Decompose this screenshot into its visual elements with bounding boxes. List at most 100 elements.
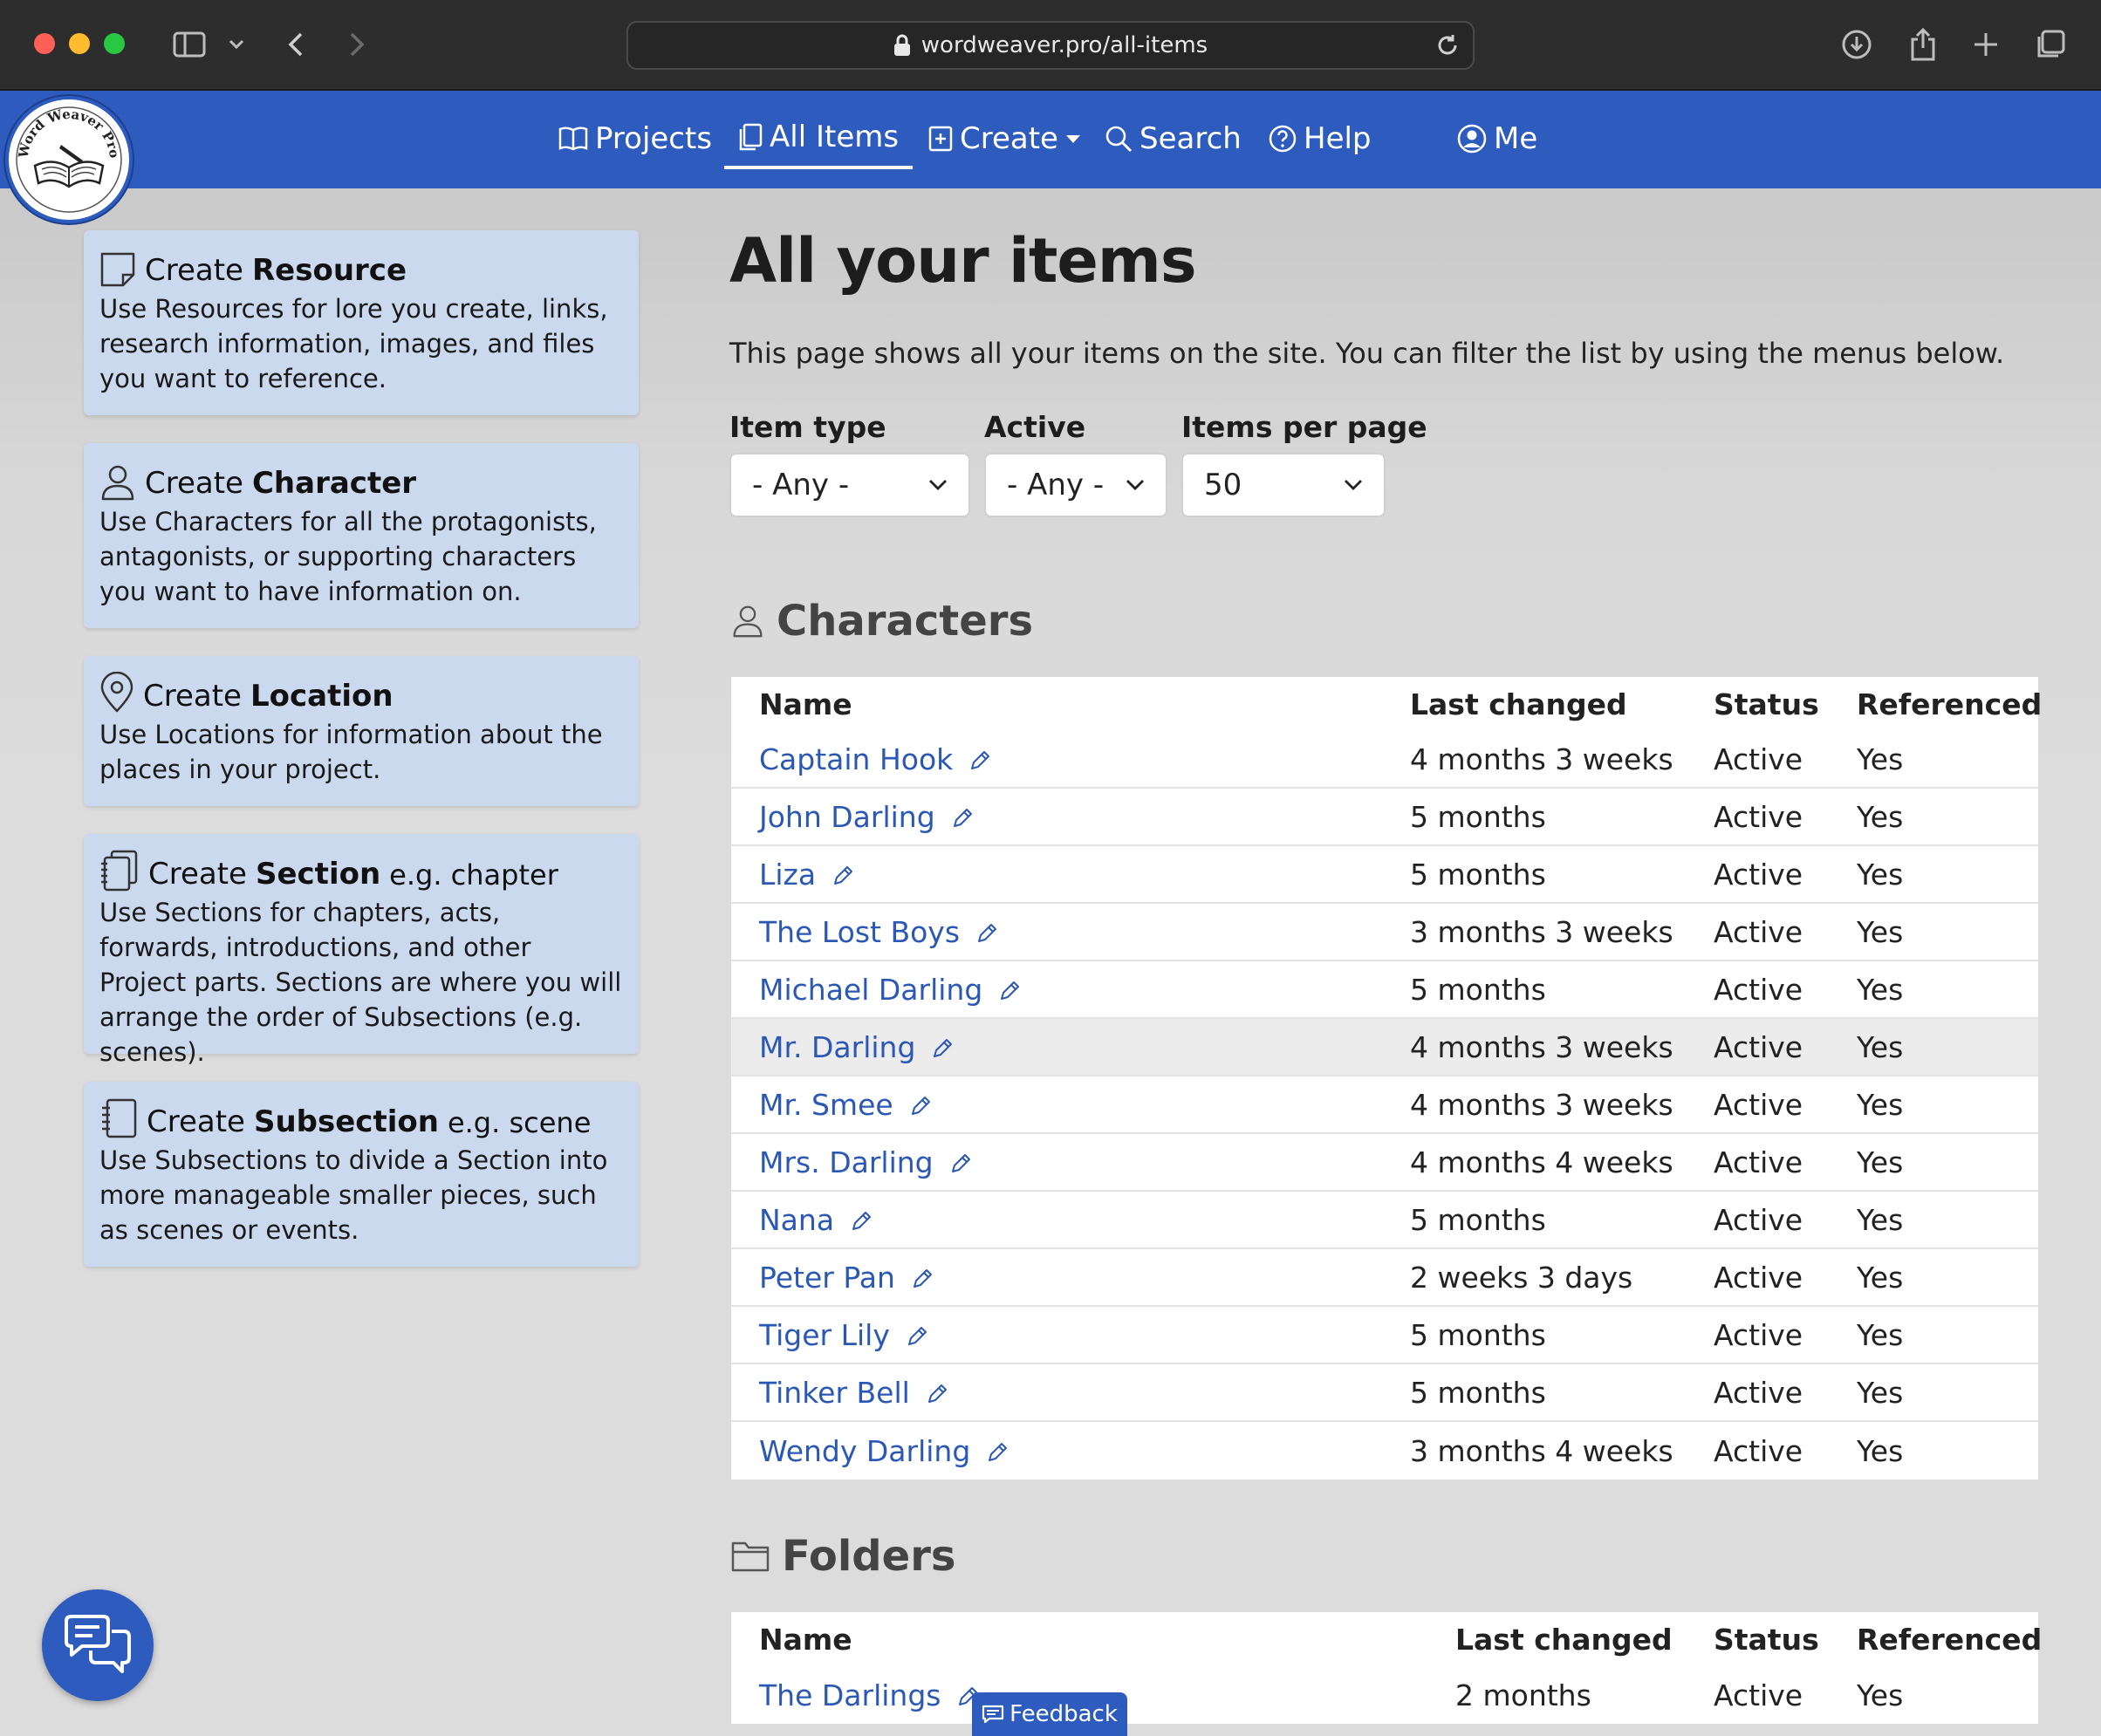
nav-create[interactable]: Create [928,108,1081,169]
chat-bubbles-icon [65,1615,131,1673]
table-row: Peter Pan 2 weeks 3 days Active Yes [731,1249,2038,1307]
edit-pencil-icon[interactable] [832,865,854,887]
back-icon[interactable] [281,24,311,65]
close-window-button[interactable] [34,33,55,54]
column-header[interactable]: Referenced [1857,687,2042,721]
item-link[interactable]: Liza [759,858,816,892]
feedback-button[interactable]: Feedback [972,1692,1127,1736]
column-header[interactable]: Last changed [1455,1623,1673,1657]
nav-search[interactable]: Search [1105,108,1242,169]
column-header[interactable]: Last changed [1410,687,1627,721]
plus-square-icon [928,126,953,152]
table-row: Captain Hook 4 months 3 weeks Active Yes [731,731,2038,789]
referenced: Yes [1857,799,1904,834]
referenced: Yes [1857,1375,1904,1410]
create-section-card[interactable]: Create Section e.g. chapter Use Sections f… [84,834,639,1067]
item-link[interactable]: Michael Darling [759,973,982,1007]
tab-overview-icon[interactable] [2033,24,2068,65]
edit-pencil-icon[interactable] [998,980,1021,1002]
status: Active [1714,1678,1803,1712]
edit-pencil-icon[interactable] [986,1441,1009,1464]
edit-pencil-icon[interactable] [850,1210,873,1233]
downloads-icon[interactable] [1839,24,1874,65]
items-per-page-select[interactable]: 50 [1181,453,1386,517]
nav-help[interactable]: Help [1269,108,1372,169]
chevron-down-icon[interactable] [225,24,248,65]
item-link[interactable]: John Darling [759,800,935,834]
nav-me[interactable]: Me [1457,108,1537,169]
active-select[interactable]: - Any - [984,453,1167,517]
item-link[interactable]: Mr. Darling [759,1030,915,1064]
edit-pencil-icon[interactable] [975,922,998,945]
item-link[interactable]: Wendy Darling [759,1434,970,1468]
referenced: Yes [1857,1260,1904,1295]
last-changed: 5 months [1410,857,1546,892]
referenced: Yes [1857,1202,1904,1237]
browser-toolbar: wordweaver.pro/all-items [0,0,2101,91]
card-description: Use Characters for all the protagonists,… [99,507,597,606]
edit-pencil-icon[interactable] [909,1095,932,1117]
notebook-icon [102,1098,137,1138]
create-subsection-card[interactable]: Create Subsection e.g. scene Use Subsectio… [84,1082,639,1267]
last-changed: 3 months 4 weeks [1410,1433,1673,1468]
item-link[interactable]: Mrs. Darling [759,1145,934,1179]
item-link[interactable]: The Lost Boys [759,915,960,949]
status: Active [1714,1317,1803,1352]
column-header[interactable]: Name [759,687,852,721]
item-link[interactable]: Peter Pan [759,1261,895,1295]
items-per-page-filter: Items per page 50 [1181,410,1427,517]
create-character-card[interactable]: Create Character Use Characters for all t… [84,443,639,628]
item-link[interactable]: Tiger Lily [759,1318,890,1352]
nav-all-items[interactable]: All Items [724,108,914,169]
book-open-icon [558,126,588,151]
message-icon [982,1705,1004,1724]
column-header[interactable]: Referenced [1857,1623,2042,1657]
page-intro: This page shows all your items on the si… [729,337,2005,370]
minimize-window-button[interactable] [69,33,90,54]
item-link[interactable]: Tinker Bell [759,1376,910,1410]
sidebar-toggle-icon[interactable] [169,24,209,65]
column-header[interactable]: Status [1714,687,1819,721]
address-bar[interactable]: wordweaver.pro/all-items [626,21,1475,70]
table-row: Mr. Darling 4 months 3 weeks Active Yes [731,1019,2038,1076]
column-header[interactable]: Status [1714,1623,1819,1657]
table-header: Name Last changed Status Referenced [731,1612,2042,1666]
edit-pencil-icon[interactable] [931,1037,954,1060]
share-icon[interactable] [1906,24,1940,65]
edit-pencil-icon[interactable] [911,1268,934,1290]
status: Active [1714,857,1803,892]
table-header: Name Last changed Status Referenced [731,677,2042,731]
chat-button[interactable] [42,1589,154,1701]
characters-heading: Characters [731,597,1033,646]
table-row: Mr. Smee 4 months 3 weeks Active Yes [731,1076,2038,1134]
item-link[interactable]: Nana [759,1203,834,1237]
forward-icon[interactable] [342,24,372,65]
item-link[interactable]: Captain Hook [759,742,953,776]
status: Active [1714,1202,1803,1237]
new-tab-icon[interactable] [1968,24,2003,65]
table-row: The Lost Boys 3 months 3 weeks Active Yes [731,904,2038,961]
create-location-card[interactable]: Create Location Use Locations for informa… [84,656,639,806]
nav-projects[interactable]: Projects [558,108,712,169]
column-header[interactable]: Name [759,1623,852,1657]
last-changed: 4 months 3 weeks [1410,742,1673,776]
edit-pencil-icon[interactable] [906,1325,928,1348]
chevron-down-icon [1345,480,1362,490]
active-filter: Active - Any - [984,410,1167,517]
table-row: Tiger Lily 5 months Active Yes [731,1307,2038,1364]
word-weaver-pro-logo[interactable]: Word Weaver Pro [5,96,133,223]
last-changed: 5 months [1410,1317,1546,1352]
edit-pencil-icon[interactable] [926,1383,948,1405]
edit-pencil-icon[interactable] [968,749,991,772]
zoom-window-button[interactable] [104,33,125,54]
last-changed: 5 months [1410,1202,1546,1237]
item-link[interactable]: Mr. Smee [759,1088,893,1122]
create-resource-card[interactable]: Create Resource Use Resources for lore yo… [84,230,639,415]
reload-icon[interactable] [1434,32,1461,58]
search-icon [1105,126,1133,153]
item-link[interactable]: The Darlings [759,1678,941,1712]
lock-icon [893,34,910,56]
item-type-select[interactable]: - Any - [729,453,970,517]
edit-pencil-icon[interactable] [949,1152,972,1175]
edit-pencil-icon[interactable] [951,807,974,830]
